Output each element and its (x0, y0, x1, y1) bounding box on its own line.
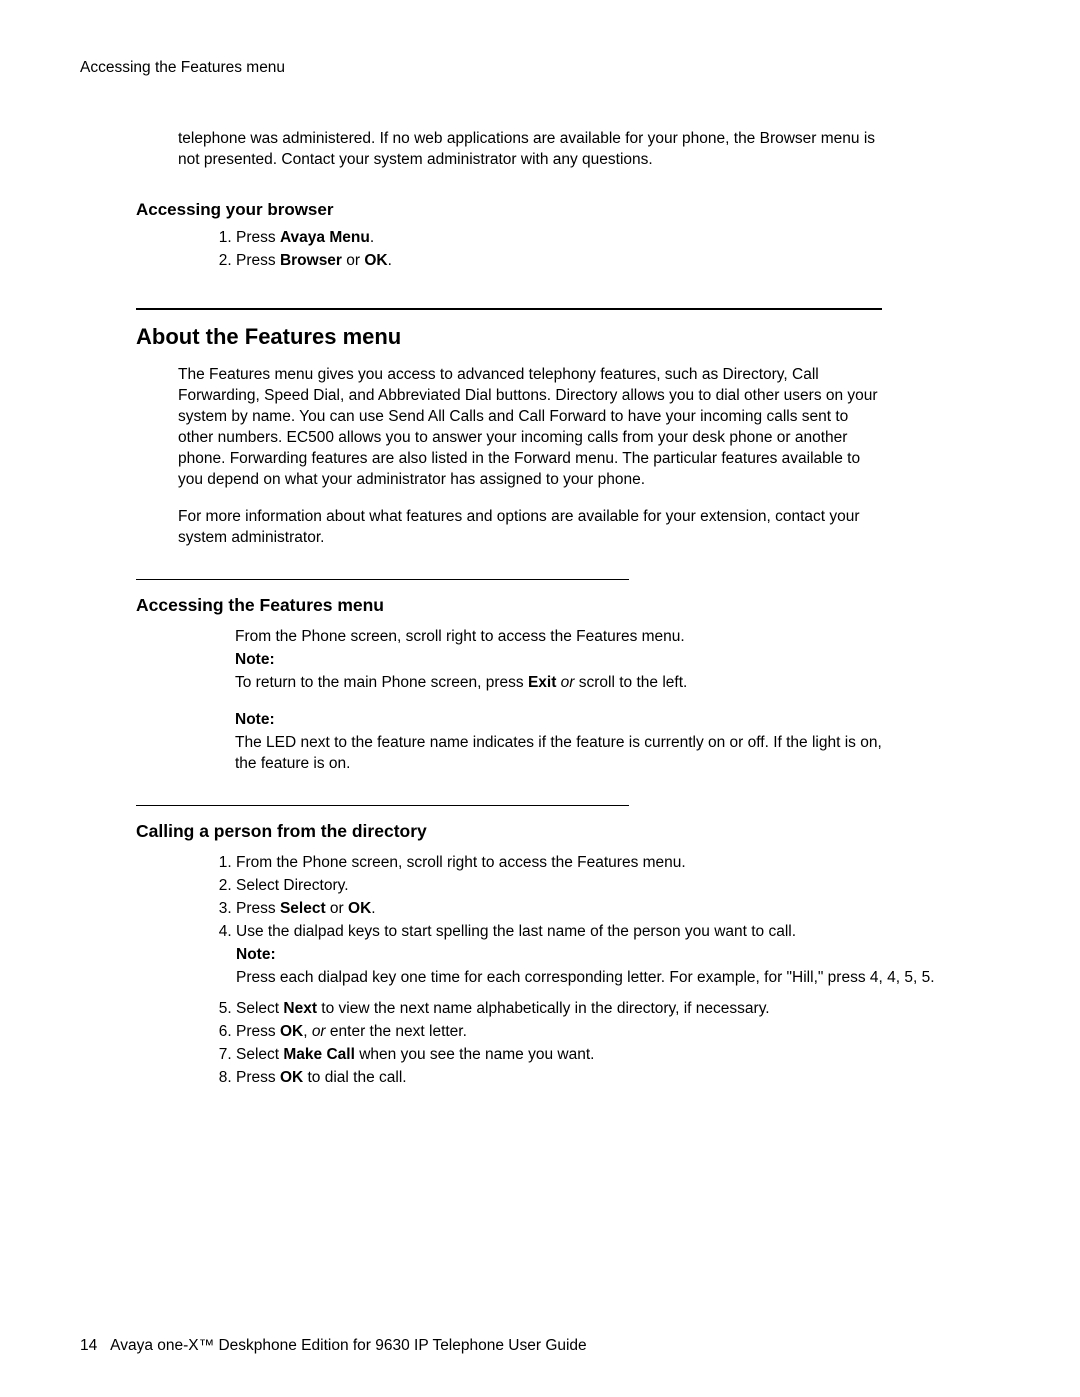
intro-paragraph: telephone was administered. If no web ap… (178, 129, 882, 171)
list-item: Use the dialpad keys to start spelling t… (236, 922, 980, 989)
list-item: Press Browser or OK. (236, 251, 882, 272)
heading-accessing-browser: Accessing your browser (136, 199, 1000, 222)
note-label: Note: (235, 650, 882, 671)
note-label: Note: (235, 710, 882, 731)
list-item: From the Phone screen, scroll right to a… (236, 853, 980, 874)
list-item: Select Directory. (236, 876, 980, 897)
about-p2: For more information about what features… (178, 507, 882, 549)
list-item: Select Next to view the next name alphab… (236, 999, 980, 1020)
page-footer: 14 Avaya one-X™ Deskphone Edition for 96… (80, 1336, 587, 1357)
list-item: Press OK to dial the call. (236, 1068, 980, 1089)
running-header: Accessing the Features menu (80, 58, 1000, 79)
heading-calling-directory: Calling a person from the directory (136, 820, 1000, 844)
calling-steps: From the Phone screen, scroll right to a… (210, 853, 980, 1088)
page-number: 14 (80, 1337, 97, 1354)
browser-steps: Press Avaya Menu. Press Browser or OK. (210, 228, 882, 272)
section-rule (136, 308, 882, 310)
list-item: Press Avaya Menu. (236, 228, 882, 249)
list-item: Press OK, or enter the next letter. (236, 1022, 980, 1043)
note-text: The LED next to the feature name indicat… (235, 733, 882, 775)
accessing-features-block: From the Phone screen, scroll right to a… (235, 627, 882, 775)
list-item: Press Select or OK. (236, 899, 980, 920)
note-label: Note: (236, 945, 980, 966)
about-p1: The Features menu gives you access to ad… (178, 365, 882, 491)
note-text: To return to the main Phone screen, pres… (235, 673, 882, 694)
page: Accessing the Features menu telephone wa… (0, 0, 1080, 1397)
note-text: Press each dialpad key one time for each… (236, 968, 980, 989)
heading-about-features: About the Features menu (136, 322, 1000, 352)
subsection-rule (136, 805, 629, 806)
proc-line: From the Phone screen, scroll right to a… (235, 627, 882, 648)
footer-text: Avaya one-X™ Deskphone Edition for 9630 … (110, 1337, 587, 1354)
list-item: Select Make Call when you see the name y… (236, 1045, 980, 1066)
subsection-rule (136, 579, 629, 580)
heading-accessing-features: Accessing the Features menu (136, 594, 1000, 618)
